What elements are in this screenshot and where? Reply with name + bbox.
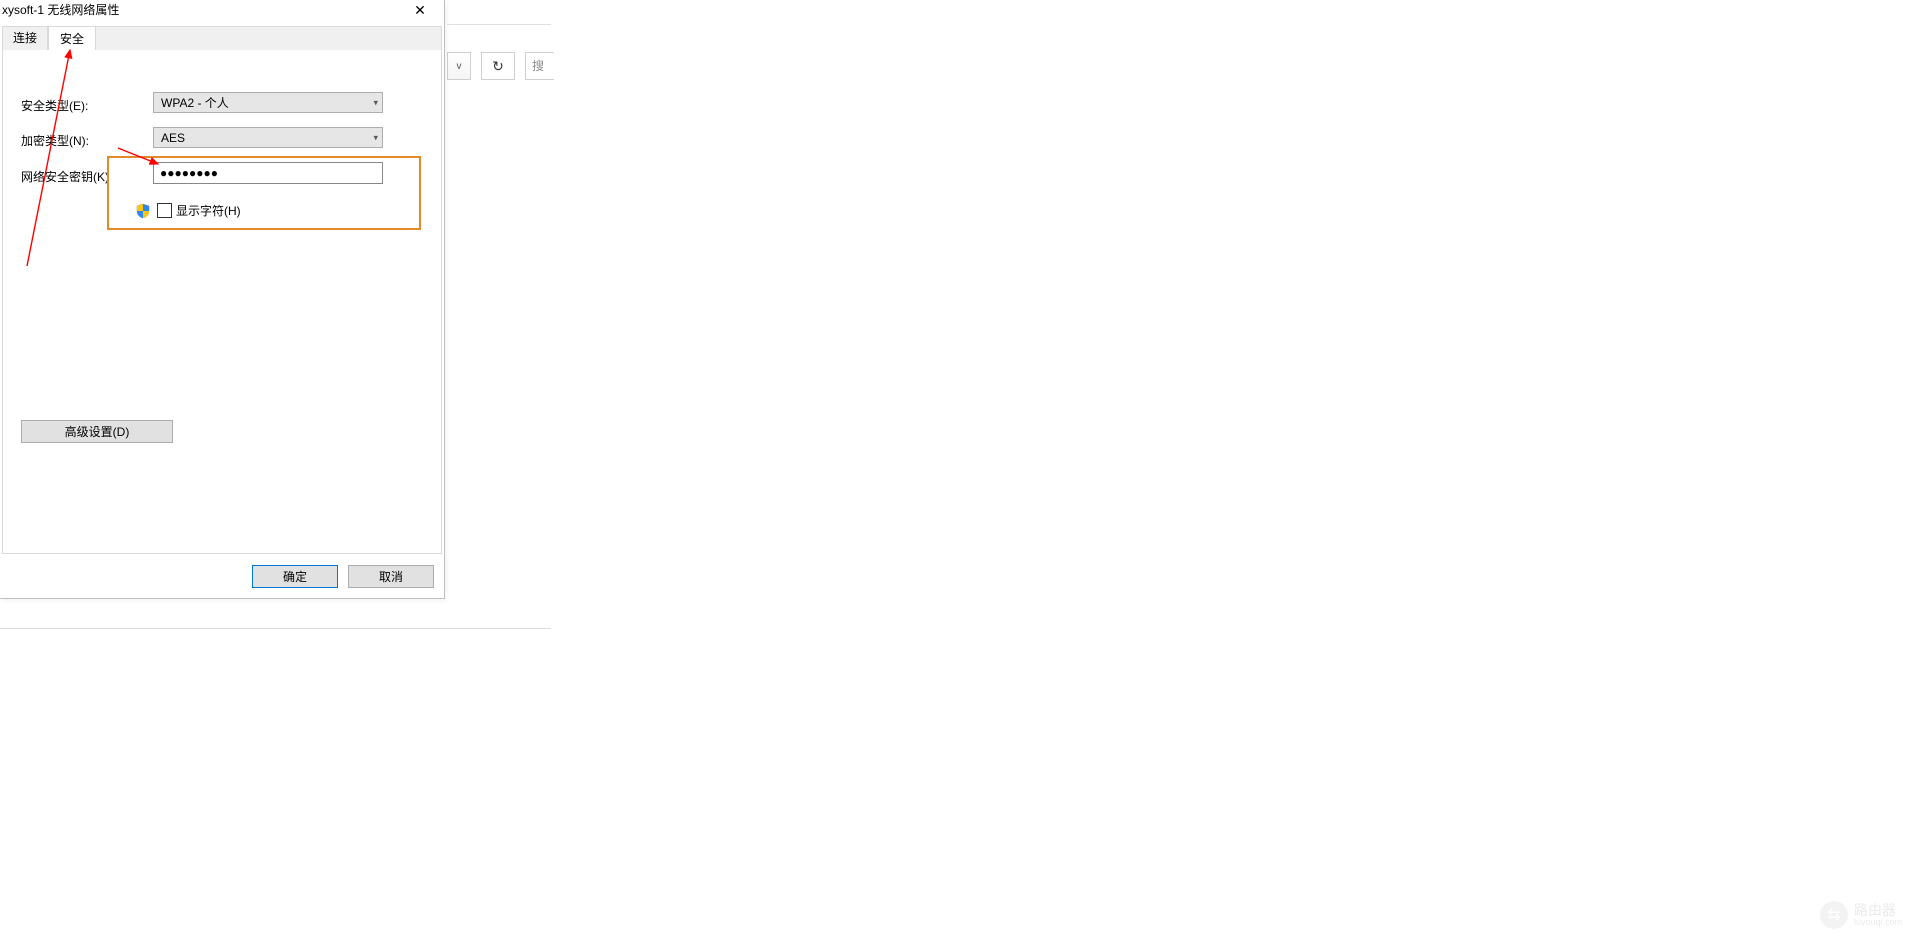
search-placeholder-partial: 搜 xyxy=(532,59,544,73)
watermark-sub: luyouqi.com xyxy=(1854,917,1902,927)
encryption-type-value: AES xyxy=(161,131,185,145)
titlebar: xysoft-1 无线网络属性 ✕ xyxy=(0,0,444,23)
tab-security[interactable]: 安全 xyxy=(48,26,96,53)
chevron-down-icon: ▾ xyxy=(373,132,378,143)
watermark-main: 路由器 xyxy=(1854,903,1902,917)
advanced-settings-label: 高级设置(D) xyxy=(65,423,130,440)
router-icon: ⇆ xyxy=(1827,905,1840,925)
refresh-icon: ↻ xyxy=(492,58,504,75)
encryption-type-select[interactable]: AES ▾ xyxy=(153,127,383,148)
advanced-settings-button[interactable]: 高级设置(D) xyxy=(21,420,173,443)
close-button[interactable]: ✕ xyxy=(400,0,440,20)
security-pane: 安全类型(E): WPA2 - 个人 ▾ 加密类型(N): AES ▾ 网络安全… xyxy=(2,50,442,554)
tab-strip: 连接 安全 xyxy=(2,26,442,52)
show-characters-label: 显示字符(H) xyxy=(176,202,241,219)
show-characters-checkbox[interactable] xyxy=(157,203,172,218)
chevron-down-icon: ▾ xyxy=(373,97,378,108)
search-field-partial[interactable]: 搜 xyxy=(525,52,554,80)
ok-button-label: 确定 xyxy=(283,568,307,585)
background-divider xyxy=(447,24,551,25)
show-characters-row: 显示字符(H) xyxy=(135,202,241,219)
watermark: ⇆ 路由器 luyouqi.com xyxy=(1820,901,1902,929)
security-type-select[interactable]: WPA2 - 个人 ▾ xyxy=(153,92,383,113)
security-type-label: 安全类型(E): xyxy=(21,97,88,114)
background-bottom-divider xyxy=(0,628,551,629)
network-key-label: 网络安全密钥(K) xyxy=(21,168,109,185)
tab-connection[interactable]: 连接 xyxy=(3,27,48,50)
ok-button[interactable]: 确定 xyxy=(252,565,338,588)
network-key-input[interactable] xyxy=(153,162,383,184)
cancel-button-label: 取消 xyxy=(379,568,403,585)
refresh-button[interactable]: ↻ xyxy=(481,52,515,80)
chevron-down-icon: v xyxy=(457,61,462,72)
window-title: xysoft-1 无线网络属性 xyxy=(0,1,119,18)
security-type-value: WPA2 - 个人 xyxy=(161,94,229,111)
watermark-icon: ⇆ xyxy=(1820,901,1848,929)
breadcrumb-chevron[interactable]: v xyxy=(447,52,471,80)
wifi-properties-dialog: xysoft-1 无线网络属性 ✕ 连接 安全 安全类型(E): WPA2 - … xyxy=(0,0,445,599)
close-icon: ✕ xyxy=(414,2,426,19)
cancel-button[interactable]: 取消 xyxy=(348,565,434,588)
tab-connection-label: 连接 xyxy=(13,31,37,45)
tab-security-label: 安全 xyxy=(60,32,84,46)
uac-shield-icon xyxy=(135,203,151,219)
encryption-type-label: 加密类型(N): xyxy=(21,132,89,149)
